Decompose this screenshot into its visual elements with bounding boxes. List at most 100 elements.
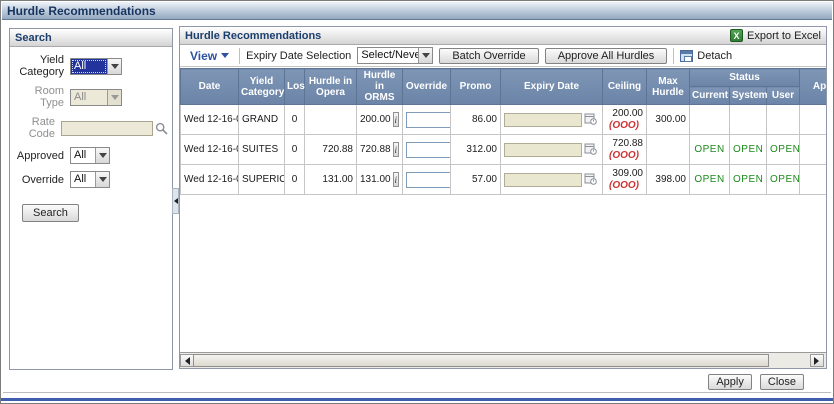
column-header-status-group: Status	[688, 68, 801, 87]
column-header-ceiling[interactable]: Ceiling	[602, 68, 647, 105]
expiry-date-selection-value: Select/Never	[361, 49, 419, 61]
orms-info-button[interactable]: i	[392, 172, 399, 187]
expiry-date-selection-label: Expiry Date Selection	[246, 49, 352, 62]
chevron-down-icon[interactable]	[95, 148, 109, 163]
toolbar-separator	[673, 47, 675, 64]
override-value: All	[74, 173, 87, 185]
splitter-collapse-handle[interactable]	[172, 188, 179, 214]
expiry-date-input[interactable]	[504, 142, 582, 157]
scroll-right-button[interactable]	[810, 354, 824, 367]
detach-button[interactable]: Detach	[680, 49, 733, 62]
search-lookup-icon[interactable]	[155, 122, 168, 135]
cell-max-hurdle: 398.00	[646, 164, 690, 195]
cell-los: 0	[284, 164, 305, 195]
yield-category-row: Yield Category All	[10, 54, 168, 78]
column-header-status-user[interactable]: User	[765, 86, 801, 105]
column-header-expiry-date[interactable]: Expiry Date	[500, 68, 603, 105]
column-header-override[interactable]: Override	[402, 68, 451, 105]
bottom-accent-line	[1, 398, 833, 401]
ceiling-value: 720.88	[612, 138, 643, 149]
cell-hurdle-opera	[304, 104, 357, 135]
orms-value: 200.00	[360, 114, 391, 125]
cell-status-system: OPEN	[729, 164, 767, 195]
panel-splitter[interactable]	[172, 28, 179, 370]
cell-los: 0	[284, 104, 305, 135]
arrow-left-icon	[181, 356, 190, 365]
room-type-value: All	[71, 89, 107, 105]
chevron-down-icon	[107, 89, 121, 105]
cell-expiry-date	[500, 104, 603, 135]
cell-yield-category: SUPERIOR	[238, 164, 285, 195]
hurdles-table-container: Date Yield Category Los Hurdle in Opera …	[180, 68, 826, 352]
yield-category-value: All	[71, 58, 107, 74]
ceiling-value: 200.00	[612, 108, 643, 119]
room-type-label: Room Type	[34, 85, 64, 109]
approve-all-hurdles-button[interactable]: Approve All Hurdles	[544, 47, 668, 64]
column-header-yield-category[interactable]: Yield Category	[238, 68, 285, 105]
toolbar-separator	[239, 47, 241, 64]
cell-promo: 57.00	[450, 164, 501, 195]
cell-hurdle-orms: 131.00 i	[356, 164, 403, 195]
expiry-date-selection-select[interactable]: Select/Never	[357, 47, 434, 64]
calendar-icon[interactable]	[584, 112, 597, 128]
column-header-hurdle-in-orms[interactable]: Hurdle in ORMS	[356, 68, 403, 105]
search-panel-header: Search	[10, 29, 172, 47]
calendar-icon[interactable]	[584, 172, 597, 188]
search-panel: Search Yield Category All Room Type All …	[9, 28, 173, 370]
column-header-date[interactable]: Date	[180, 68, 239, 105]
yield-category-label: Yield Category	[19, 54, 64, 78]
column-header-los[interactable]: Los	[284, 68, 305, 105]
orms-info-button[interactable]: i	[392, 142, 399, 157]
column-header-approved[interactable]: Ap	[799, 68, 826, 105]
cell-hurdle-orms: 720.88 i	[356, 134, 403, 165]
chevron-down-icon[interactable]	[107, 58, 121, 74]
table-row[interactable]: Wed 12-16-09 GRAND 0 200.00i 86.00	[180, 104, 826, 135]
approved-select[interactable]: All	[70, 147, 110, 164]
view-menu-button[interactable]: View	[186, 49, 233, 63]
cell-status-user: OPEN	[765, 164, 801, 195]
detach-label: Detach	[697, 49, 733, 62]
column-header-status-system[interactable]: System	[729, 86, 768, 105]
override-select[interactable]: All	[70, 171, 110, 188]
chevron-down-icon[interactable]	[95, 172, 109, 187]
cell-promo: 312.00	[450, 134, 501, 165]
batch-override-button[interactable]: Batch Override	[439, 47, 539, 64]
chevron-down-icon[interactable]	[418, 48, 433, 63]
cell-max-hurdle: 300.00	[646, 104, 690, 135]
expiry-date-input[interactable]	[504, 172, 582, 187]
rate-code-row: Rate Code	[10, 116, 168, 140]
cell-status-system	[729, 104, 767, 135]
export-to-excel-button[interactable]: X Export to Excel	[730, 29, 821, 42]
apply-button[interactable]: Apply	[708, 374, 752, 390]
calendar-icon[interactable]	[584, 142, 597, 158]
override-input[interactable]	[406, 171, 450, 188]
cell-approved	[799, 104, 826, 135]
orms-info-button[interactable]: i	[392, 112, 399, 127]
cell-date: Wed 12-16-09	[180, 134, 239, 165]
override-row: Override All	[10, 171, 168, 188]
search-button[interactable]: Search	[22, 204, 79, 222]
yield-category-select[interactable]: All	[70, 57, 122, 75]
scroll-left-button[interactable]	[180, 354, 194, 367]
rate-code-input	[61, 120, 153, 136]
column-header-max-hurdle[interactable]: Max Hurdle	[646, 68, 690, 105]
table-row[interactable]: Wed 12-16-09 SUITES 0 720.88 720.88i 312…	[180, 134, 826, 165]
column-header-hurdle-in-opera[interactable]: Hurdle in Opera	[304, 68, 357, 105]
column-header-promo[interactable]: Promo	[450, 68, 501, 105]
scrollbar-thumb[interactable]	[193, 354, 769, 367]
detach-icon	[680, 49, 694, 62]
horizontal-scrollbar[interactable]	[180, 352, 826, 368]
window-titlebar: Hurdle Recommendations	[2, 2, 832, 20]
approved-label: Approved	[16, 149, 64, 162]
search-panel-title: Search	[15, 31, 52, 44]
window-title: Hurdle Recommendations	[7, 3, 156, 18]
override-input[interactable]	[406, 111, 450, 128]
table-row[interactable]: Wed 12-16-09 SUPERIOR 0 131.00 131.00i 5…	[180, 164, 826, 195]
close-button[interactable]: Close	[759, 374, 804, 390]
collapse-left-icon	[171, 198, 178, 204]
expiry-date-input[interactable]	[504, 112, 582, 127]
cell-status-current: OPEN	[689, 164, 730, 195]
column-header-status-current[interactable]: Current	[689, 86, 730, 105]
table-toolbar: View Expiry Date Selection Select/Never …	[180, 45, 826, 67]
override-input[interactable]	[406, 141, 450, 158]
